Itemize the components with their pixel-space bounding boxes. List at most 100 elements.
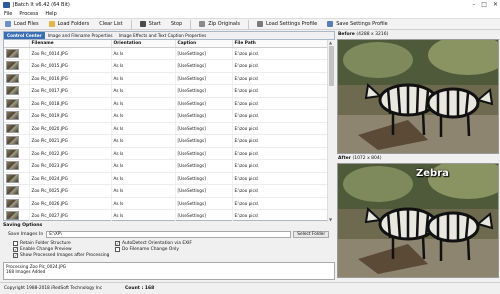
column-filename[interactable]: Filename bbox=[29, 40, 112, 48]
caption-cell: [UseSettings] bbox=[175, 134, 233, 148]
maximize-icon[interactable]: □ bbox=[481, 1, 487, 8]
checkbox-checked-icon[interactable]: ✓ bbox=[115, 241, 120, 246]
tab-image-filename-properties[interactable]: Image and Filename Properties bbox=[45, 32, 116, 39]
zip-originals-button[interactable]: Zip Originals bbox=[197, 19, 244, 29]
autodetect-orientation-checkbox[interactable]: ✓ AutoDetect Orientation via EXIF bbox=[115, 241, 192, 246]
filename-cell: Zoo Pic_0019.JPG bbox=[29, 109, 112, 123]
checkbox-checked-icon[interactable]: ✓ bbox=[13, 253, 18, 258]
files-icon bbox=[5, 21, 11, 27]
caption-cell: [UseSettings] bbox=[175, 184, 233, 198]
file-path-cell: E:\zoo pics\ bbox=[232, 59, 327, 73]
checkbox-checked-icon[interactable]: ✓ bbox=[13, 247, 18, 252]
column-thumbnail[interactable] bbox=[4, 40, 30, 48]
filename-cell: Zoo Pic_0022.JPG bbox=[29, 147, 112, 160]
stop-button[interactable]: Stop bbox=[169, 19, 186, 29]
toolbar-separator bbox=[130, 19, 132, 29]
image-thumbnail bbox=[6, 198, 19, 208]
checkbox-box[interactable] bbox=[115, 247, 120, 252]
menu-file[interactable]: File bbox=[4, 11, 12, 17]
file-path-cell: E:\zoo pics\ bbox=[232, 97, 327, 110]
table-row[interactable]: Zoo Pic_0026.JPG As Is [UseSettings] E:\zoo… bbox=[4, 197, 327, 210]
scrollbar-thumb[interactable] bbox=[329, 46, 334, 86]
filename-cell: Zoo Pic_0017.JPG bbox=[29, 84, 112, 98]
table-row[interactable]: Zoo Pic_0015.JPG As Is [UseSettings] E:\zoo… bbox=[4, 59, 327, 73]
table-row[interactable]: Zoo Pic_0017.JPG As Is [UseSettings] E:\zoo… bbox=[4, 84, 327, 98]
file-path-cell: E:\zoo pics\ bbox=[232, 184, 327, 198]
save-location-row: Save Images In E:\XP\ Select Folder bbox=[8, 231, 330, 238]
menu-help[interactable]: Help bbox=[45, 11, 56, 17]
thumbnail-cell bbox=[4, 134, 30, 148]
image-thumbnail bbox=[6, 136, 19, 146]
file-list-panel: Control Center Image and Filename Proper… bbox=[3, 31, 335, 222]
table-row[interactable]: Zoo Pic_0016.JPG As Is [UseSettings] E:\zoo… bbox=[4, 72, 327, 85]
table-row[interactable]: Zoo Pic_0025.JPG As Is [UseSettings] E:\zoo… bbox=[4, 184, 327, 198]
column-file-path[interactable]: File Path bbox=[232, 40, 327, 48]
image-thumbnail bbox=[6, 86, 19, 96]
load-settings-profile-button[interactable]: Load Settings Profile bbox=[255, 19, 321, 29]
save-icon bbox=[327, 21, 334, 27]
minimize-icon[interactable]: – bbox=[472, 1, 475, 8]
orientation-cell: As Is bbox=[111, 172, 176, 185]
toolbar-separator bbox=[247, 19, 249, 29]
thumbnail-cell bbox=[4, 97, 30, 110]
image-thumbnail bbox=[6, 211, 19, 221]
play-icon bbox=[139, 21, 146, 27]
orientation-cell: As Is bbox=[111, 134, 176, 148]
show-processed-checkbox[interactable]: ✓ Show Processed Images after Processing bbox=[13, 253, 109, 258]
caption-cell: [UseSettings] bbox=[175, 109, 233, 123]
caption-cell: [UseSettings] bbox=[175, 72, 233, 85]
enable-preview-checkbox[interactable]: ✓ Enable Change Preview bbox=[13, 247, 72, 252]
caption-cell: [UseSettings] bbox=[175, 147, 233, 160]
file-path-cell: E:\zoo pics\ bbox=[232, 84, 327, 98]
checkbox-box[interactable] bbox=[13, 241, 18, 246]
select-folder-button[interactable]: Select Folder bbox=[293, 231, 330, 238]
open-profile-icon bbox=[256, 21, 263, 27]
orientation-cell: As Is bbox=[111, 184, 176, 198]
table-row[interactable]: Zoo Pic_0020.JPG As Is [UseSettings] E:\zoo… bbox=[4, 122, 327, 135]
filename-cell: Zoo Pic_0018.JPG bbox=[29, 97, 112, 110]
folder-icon bbox=[48, 21, 55, 27]
close-icon[interactable]: ✕ bbox=[493, 1, 498, 8]
file-path-cell: E:\zoo pics\ bbox=[232, 122, 327, 135]
saving-options-header: Saving Options bbox=[3, 223, 43, 228]
tab-strip: Control Center Image and Filename Proper… bbox=[4, 32, 334, 40]
image-thumbnail bbox=[6, 148, 19, 158]
title-bar: JBatch It v6.42 (64 Bit) – □ ✕ bbox=[0, 0, 500, 10]
thumbnail-cell bbox=[4, 47, 30, 60]
table-row[interactable]: Zoo Pic_0023.JPG As Is [UseSettings] E:\zoo… bbox=[4, 159, 327, 173]
clear-list-button[interactable]: Clear List bbox=[97, 19, 126, 29]
menu-bar: File Process Help bbox=[0, 10, 500, 18]
before-image bbox=[337, 39, 499, 154]
load-files-button[interactable]: Load Files bbox=[3, 19, 43, 29]
file-path-cell: E:\zoo pics\ bbox=[232, 147, 327, 160]
column-orientation[interactable]: Orientation bbox=[111, 40, 176, 48]
tab-control-center[interactable]: Control Center bbox=[4, 32, 45, 39]
thumbnail-cell bbox=[4, 122, 30, 135]
filename-only-checkbox[interactable]: Do Filename Change Only bbox=[115, 247, 179, 252]
orientation-cell: As Is bbox=[111, 47, 176, 60]
retain-folder-checkbox[interactable]: Retain Folder Structure bbox=[13, 241, 71, 246]
table-row[interactable]: Zoo Pic_0024.JPG As Is [UseSettings] E:\zoo… bbox=[4, 172, 327, 185]
menu-process[interactable]: Process bbox=[19, 11, 38, 17]
table-row[interactable]: Zoo Pic_0014.JPG As Is [UseSettings] E:\zoo… bbox=[4, 47, 327, 60]
app-icon bbox=[3, 2, 10, 8]
toolbar: Load Files Load Folders Clear List Start… bbox=[0, 18, 500, 30]
table-row[interactable]: Zoo Pic_0027.JPG As Is [UseSettings] E:\zoo… bbox=[4, 209, 327, 222]
save-path-input[interactable]: E:\XP\ bbox=[46, 231, 292, 238]
table-row[interactable]: Zoo Pic_0019.JPG As Is [UseSettings] E:\zoo… bbox=[4, 109, 327, 123]
orientation-cell: As Is bbox=[111, 209, 176, 222]
scroll-up-icon[interactable]: ▲ bbox=[329, 40, 332, 45]
vertical-scrollbar[interactable]: ▲ ▼ bbox=[327, 40, 335, 222]
load-folders-button[interactable]: Load Folders bbox=[47, 19, 94, 29]
caption-cell: [UseSettings] bbox=[175, 59, 233, 73]
table-row[interactable]: Zoo Pic_0021.JPG As Is [UseSettings] E:\zoo… bbox=[4, 134, 327, 148]
table-row[interactable]: Zoo Pic_0022.JPG As Is [UseSettings] E:\zoo… bbox=[4, 147, 327, 160]
save-settings-profile-button[interactable]: Save Settings Profile bbox=[325, 19, 392, 29]
start-button[interactable]: Start bbox=[138, 19, 165, 29]
orientation-cell: As Is bbox=[111, 59, 176, 73]
filename-cell: Zoo Pic_0020.JPG bbox=[29, 122, 112, 135]
column-caption[interactable]: Caption bbox=[175, 40, 233, 48]
tab-image-effects-caption[interactable]: Image Effects and Text Caption Propertie… bbox=[116, 32, 210, 39]
caption-cell: [UseSettings] bbox=[175, 209, 233, 222]
table-row[interactable]: Zoo Pic_0018.JPG As Is [UseSettings] E:\zoo… bbox=[4, 97, 327, 110]
